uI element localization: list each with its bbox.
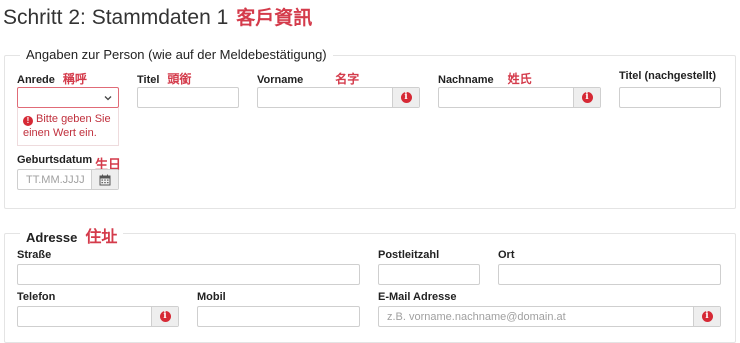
chevron-down-icon — [104, 96, 112, 101]
titel-nachgestellt-label: Titel (nachgestellt) — [619, 70, 716, 82]
titel-nachgestellt-input[interactable] — [619, 87, 721, 108]
vorname-info-button[interactable]: i — [392, 88, 419, 107]
nachname-annotation: 姓氏 — [507, 72, 532, 86]
mobil-input[interactable] — [197, 306, 360, 327]
address-annotation: 住址 — [85, 227, 118, 246]
info-circle-icon: i — [581, 92, 593, 103]
info-circle-icon: i — [701, 311, 713, 322]
calendar-icon — [99, 174, 111, 185]
geburtsdatum-placeholder: TT.MM.JJJJ — [26, 174, 85, 186]
person-legend: Angaben zur Person (wie auf der Meldebes… — [20, 47, 333, 62]
anrede-annotation: 稱呼 — [62, 72, 87, 86]
anrede-error-text: Bitte geben Sie einen Wert ein. — [23, 113, 111, 139]
nachname-label-text: Nachname — [438, 74, 494, 86]
titel-input[interactable] — [137, 87, 239, 108]
vorname-label: Vorname 名字 — [257, 70, 359, 87]
anrede-error-message: ! Bitte geben Sie einen Wert ein. — [17, 108, 119, 146]
email-label: E-Mail Adresse — [378, 291, 457, 303]
telefon-info-button[interactable]: i — [151, 307, 178, 326]
anrede-label-text: Anrede — [17, 74, 55, 86]
vorname-annotation: 名字 — [335, 72, 360, 86]
anrede-label: Anrede 稱呼 — [17, 70, 87, 87]
geburtsdatum-label-text: Geburtsdatum — [17, 154, 93, 166]
titel-annotation: 頭銜 — [167, 72, 192, 86]
nachname-input[interactable]: i — [438, 87, 601, 108]
info-circle-icon: i — [400, 92, 412, 103]
exclamation-circle-icon: ! — [23, 116, 33, 126]
nachname-label: Nachname 姓氏 — [438, 70, 532, 87]
nachname-info-button[interactable]: i — [573, 88, 600, 107]
vorname-label-text: Vorname — [257, 74, 304, 86]
address-legend: Adresse 住址 — [20, 223, 124, 247]
strasse-input[interactable] — [17, 264, 360, 285]
mobil-label: Mobil — [197, 291, 226, 303]
ort-label: Ort — [498, 249, 515, 261]
email-placeholder: z.B. vorname.nachname@domain.at — [387, 311, 566, 323]
ort-input[interactable] — [498, 264, 721, 285]
telefon-input[interactable]: i — [17, 306, 179, 327]
info-circle-icon: i — [159, 311, 171, 322]
strasse-label: Straße — [17, 249, 52, 261]
postleitzahl-label: Postleitzahl — [378, 249, 440, 261]
postleitzahl-input[interactable] — [378, 264, 480, 285]
email-info-button[interactable]: i — [693, 307, 720, 326]
page-title-annotation: 客戶資訊 — [236, 7, 313, 29]
page-title: Schritt 2: Stammdaten 1 客戶資訊 — [3, 3, 312, 30]
telefon-label: Telefon — [17, 291, 56, 303]
address-legend-text: Adresse — [26, 230, 78, 245]
geburtsdatum-input[interactable]: TT.MM.JJJJ — [17, 169, 119, 190]
titel-label: Titel 頭銜 — [137, 70, 191, 87]
calendar-button[interactable] — [91, 170, 118, 189]
vorname-input[interactable]: i — [257, 87, 420, 108]
page-title-text: Schritt 2: Stammdaten 1 — [3, 6, 229, 29]
email-input[interactable]: z.B. vorname.nachname@domain.at i — [378, 306, 721, 327]
geburtsdatum-label: Geburtsdatum — [17, 154, 92, 166]
anrede-select[interactable] — [17, 87, 119, 108]
titel-label-text: Titel — [137, 74, 160, 86]
